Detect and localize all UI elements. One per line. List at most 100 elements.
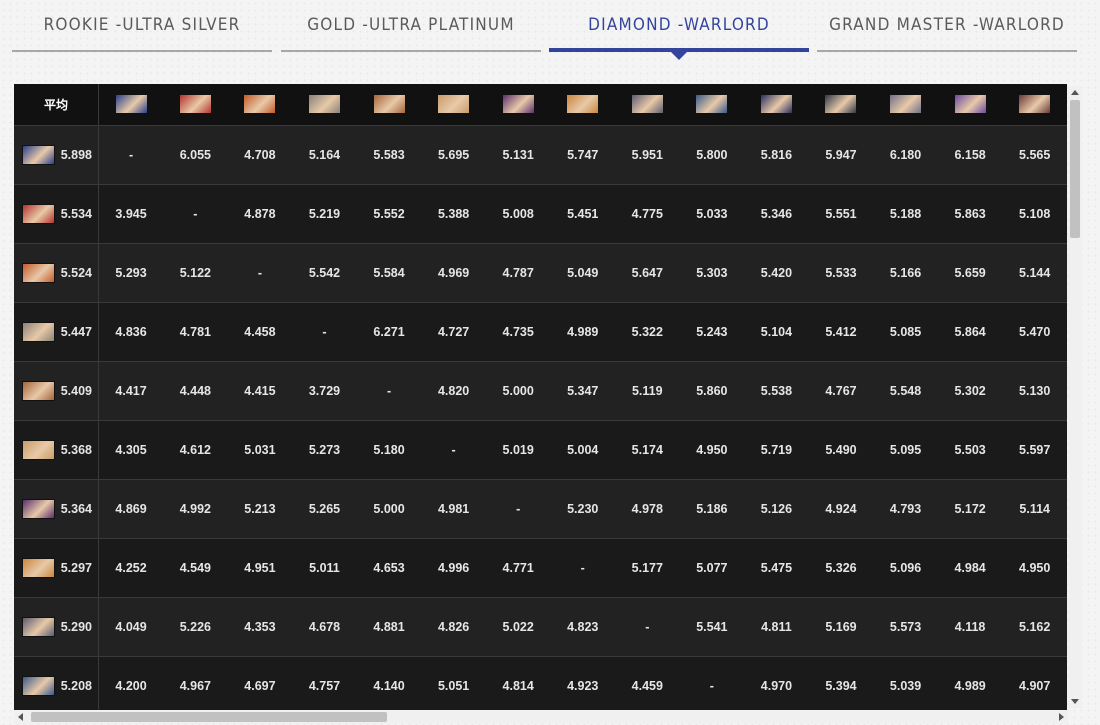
matchup-cell: 4.653: [356, 538, 422, 598]
column-header: [292, 84, 357, 126]
matchup-cell: 4.252: [98, 538, 164, 598]
matchup-cell: 5.647: [615, 243, 680, 303]
tab-gold-ultra-platinum[interactable]: GOLD -ULTRA PLATINUM: [281, 0, 541, 52]
matchup-cell: -: [615, 597, 680, 657]
matchup-cell: 5.388: [421, 184, 486, 244]
matchup-cell: 5.719: [744, 420, 809, 480]
column-header: [808, 84, 874, 126]
fighter-6-portrait-icon: [437, 94, 471, 115]
matchup-cell: 4.140: [356, 656, 422, 710]
matchup-cell: -: [550, 538, 615, 598]
active-tab-caret-icon: [671, 52, 687, 60]
fighter-9-portrait-icon: [630, 94, 664, 115]
matchup-cell: 4.951: [227, 538, 293, 598]
matchup-cell: 5.008: [485, 184, 551, 244]
matchup-cell: 5.226: [163, 597, 228, 657]
tab-grand-master-warlord[interactable]: GRAND MASTER -WARLORD: [817, 0, 1077, 52]
matchup-cell: 4.727: [421, 302, 486, 362]
vertical-scrollbar[interactable]: [1068, 86, 1082, 708]
row-average-value: 5.290: [60, 619, 92, 634]
matchup-cell: 5.864: [937, 302, 1003, 362]
matchup-cell: 5.000: [485, 361, 551, 421]
column-header: [98, 84, 164, 126]
matchup-cell: 5.022: [485, 597, 551, 657]
fighter-7-portrait-icon: [501, 94, 535, 115]
tab-label: DIAMOND -WARLORD: [588, 15, 770, 35]
column-header: [227, 84, 293, 126]
matchup-cell: 4.950: [1002, 538, 1067, 598]
column-header: [937, 84, 1003, 126]
matchup-cell: 5.265: [292, 479, 357, 539]
matchup-cell: 4.950: [679, 420, 745, 480]
matchup-cell: 5.122: [163, 243, 228, 303]
matchup-cell: 5.303: [679, 243, 745, 303]
table-row: 5.368 4.305 4.612 5.031 5.273 5.180-5.019 5.00…: [14, 420, 1067, 480]
matchup-cell: 5.573: [873, 597, 938, 657]
horizontal-scrollbar[interactable]: [14, 710, 1068, 724]
fighter-6-portrait-icon: [21, 439, 55, 460]
matchup-cell: 5.551: [808, 184, 874, 244]
matchup-cell: 5.420: [744, 243, 809, 303]
matchup-cell: 5.033: [679, 184, 745, 244]
matchup-cell: 4.415: [227, 361, 293, 421]
matchup-table-container[interactable]: 平均 5.898-6.055 4.708 5.164 5.583 5.695 5.131 5…: [14, 84, 1067, 710]
fighter-4-portrait-icon: [21, 321, 55, 342]
row-header: 5.290: [14, 597, 99, 657]
matchup-cell: 5.019: [485, 420, 551, 480]
matchup-cell: -: [163, 184, 228, 244]
vertical-scroll-thumb[interactable]: [1070, 100, 1080, 238]
matchup-cell: 4.771: [485, 538, 551, 598]
tab-label: GRAND MASTER -WARLORD: [829, 15, 1065, 35]
table-row: 5.898-6.055 4.708 5.164 5.583 5.695 5.131 5.74…: [14, 125, 1067, 185]
rank-tabs: ROOKIE -ULTRA SILVER GOLD -ULTRA PLATINU…: [12, 0, 1078, 62]
matchup-cell: 5.597: [1002, 420, 1067, 480]
matchup-cell: 5.169: [808, 597, 874, 657]
tab-label: GOLD -ULTRA PLATINUM: [307, 15, 515, 35]
matchup-cell: 4.878: [227, 184, 293, 244]
matchup-cell: 4.967: [163, 656, 228, 710]
matchup-cell: 5.085: [873, 302, 938, 362]
column-header: [744, 84, 809, 126]
row-header: 5.297: [14, 538, 99, 598]
scroll-down-arrow-icon[interactable]: [1071, 699, 1079, 704]
column-header: [679, 84, 745, 126]
matchup-cell: 5.346: [744, 184, 809, 244]
tab-rookie-ultra-silver[interactable]: ROOKIE -ULTRA SILVER: [12, 0, 272, 52]
matchup-cell: 5.051: [421, 656, 486, 710]
matchup-cell: 5.000: [356, 479, 422, 539]
column-header: [485, 84, 551, 126]
row-average-value: 5.208: [60, 678, 92, 693]
matchup-cell: 5.174: [615, 420, 680, 480]
row-average-value: 5.364: [60, 501, 92, 516]
matchup-cell: 5.538: [744, 361, 809, 421]
matchup-cell: 5.186: [679, 479, 745, 539]
matchup-cell: 3.945: [98, 184, 164, 244]
matchup-cell: 5.213: [227, 479, 293, 539]
fighter-15-portrait-icon: [1018, 94, 1052, 115]
row-header: 5.409: [14, 361, 99, 421]
matchup-cell: 6.055: [163, 125, 228, 185]
matchup-cell: 4.793: [873, 479, 938, 539]
row-average-value: 5.524: [60, 265, 92, 280]
matchup-cell: 4.984: [937, 538, 1003, 598]
matchup-cell: 5.039: [873, 656, 938, 710]
scroll-left-arrow-icon[interactable]: [18, 713, 23, 721]
matchup-cell: 5.347: [550, 361, 615, 421]
matchup-cell: 5.219: [292, 184, 357, 244]
matchup-cell: 4.996: [421, 538, 486, 598]
table-row: 5.364 4.869 4.992 5.213 5.265 5.000 4.981-5.23…: [14, 479, 1067, 539]
matchup-cell: 5.747: [550, 125, 615, 185]
table-row: 5.524 5.293 5.122-5.542 5.584 4.969 4.787 5.04…: [14, 243, 1067, 303]
horizontal-scroll-thumb[interactable]: [31, 712, 387, 722]
matchup-cell: 4.757: [292, 656, 357, 710]
row-average-value: 5.447: [60, 324, 92, 339]
row-average-value: 5.534: [60, 206, 92, 221]
scroll-right-arrow-icon[interactable]: [1059, 713, 1064, 721]
fighter-3-portrait-icon: [243, 94, 277, 115]
matchup-cell: 4.735: [485, 302, 551, 362]
tab-diamond-warlord[interactable]: DIAMOND -WARLORD: [549, 0, 809, 60]
matchup-cell: 5.119: [615, 361, 680, 421]
scroll-up-arrow-icon[interactable]: [1071, 90, 1079, 95]
matchup-cell: 4.881: [356, 597, 422, 657]
matchup-cell: 4.820: [421, 361, 486, 421]
